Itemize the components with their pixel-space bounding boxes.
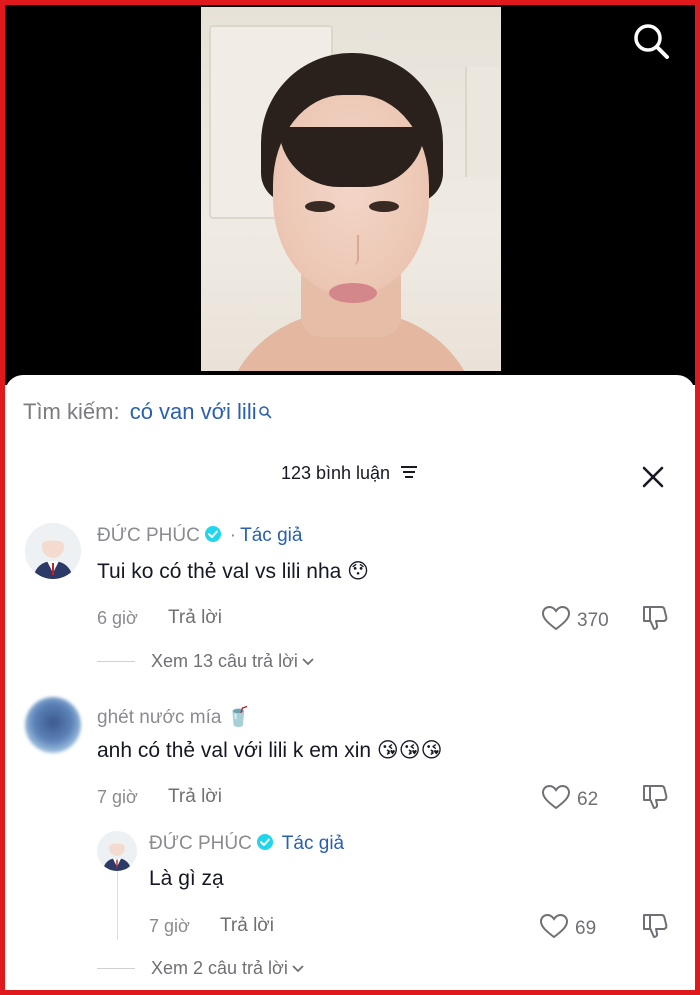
like-button[interactable]: 69 [539, 913, 596, 944]
comment-count: 123 bình luận [280, 463, 391, 483]
reply-button[interactable]: Trả lời [168, 786, 222, 808]
avatar[interactable] [25, 523, 81, 579]
search-label: Tìm kiếm: [23, 399, 120, 424]
like-count: 69 [575, 917, 597, 939]
dislike-icon[interactable] [641, 912, 669, 945]
like-button[interactable]: 62 [541, 784, 598, 815]
dislike-icon[interactable] [641, 783, 669, 816]
chevron-down-icon [301, 651, 315, 672]
avatar[interactable] [25, 697, 81, 753]
comments-sheet: Tìm kiếm: có van với lili 123 bình luận [5, 375, 695, 990]
thread-line [117, 870, 118, 940]
verified-badge-icon [256, 833, 274, 857]
like-count: 62 [577, 788, 599, 810]
avatar[interactable] [97, 831, 137, 871]
video-player[interactable] [5, 5, 695, 385]
like-button[interactable]: 370 [541, 605, 609, 636]
search-icon[interactable] [631, 21, 671, 61]
heart-icon [539, 913, 569, 944]
view-replies-button[interactable]: Xem 2 câu trả lời [97, 958, 305, 979]
chevron-down-icon [291, 958, 305, 979]
reply-button[interactable]: Trả lời [220, 915, 274, 937]
reply-username[interactable]: ĐỨC PHÚC Tác giả [149, 833, 344, 857]
heart-icon [541, 605, 571, 636]
comment-timestamp: 6 giờ [97, 608, 138, 628]
reply-text: Là gì zạ [149, 867, 224, 890]
like-count: 370 [577, 609, 609, 631]
search-query-link[interactable]: có van với lili [130, 399, 257, 424]
dislike-icon[interactable] [641, 604, 669, 637]
reply-button[interactable]: Trả lời [168, 607, 222, 629]
search-icon [258, 399, 272, 425]
sort-icon[interactable] [399, 464, 419, 485]
screenshot-frame: Tìm kiếm: có van với lili 123 bình luận [0, 0, 700, 995]
author-tag: · Tác giả [229, 525, 303, 546]
comment-timestamp: 7 giờ [97, 787, 138, 807]
verified-badge-icon [204, 525, 222, 549]
comments-header: 123 bình luận [5, 463, 695, 485]
search-suggestion[interactable]: Tìm kiếm: có van với lili [23, 399, 272, 425]
heart-icon [541, 784, 571, 815]
author-tag: Tác giả [281, 833, 345, 854]
comment-text: anh có thẻ val với lili k em xin 😘😘😘 [97, 739, 443, 762]
video-thumbnail [201, 7, 501, 371]
comment-text: Tui ko có thẻ val vs lili nha 😯 [97, 560, 370, 583]
view-replies-button[interactable]: Xem 13 câu trả lời [97, 651, 315, 672]
close-icon[interactable] [639, 463, 667, 491]
comment-username[interactable]: ĐỨC PHÚC · Tác giả [97, 525, 302, 549]
comment-username[interactable]: ghét nước mía 🥤 [97, 705, 250, 729]
reply-timestamp: 7 giờ [149, 916, 190, 936]
